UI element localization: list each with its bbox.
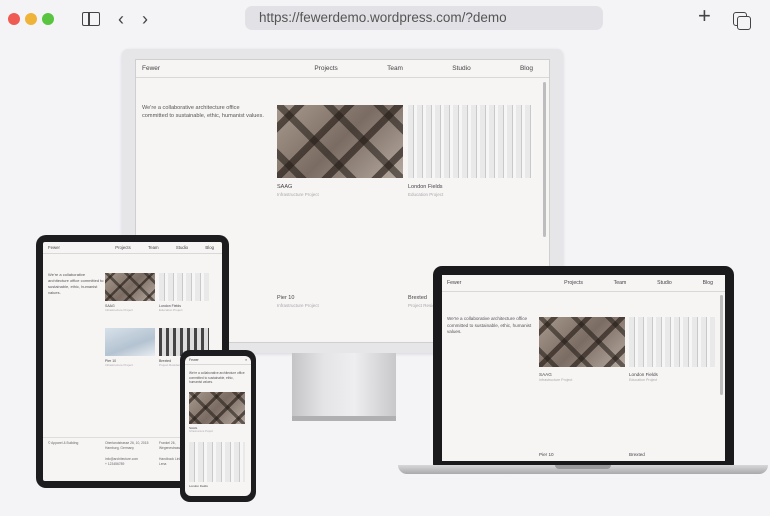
phone-device: Fewer ≡ We're a collaborative architectu… <box>180 350 256 502</box>
scrollbar[interactable] <box>543 82 546 237</box>
project-card[interactable]: SAAG Infrastructure Project <box>539 317 625 382</box>
nav-projects[interactable]: Projects <box>564 280 583 286</box>
nav-projects[interactable]: Projects <box>115 245 131 250</box>
project-title: London Fields <box>629 372 658 377</box>
nav-team[interactable]: Team <box>387 65 403 72</box>
menu-icon[interactable]: ≡ <box>245 358 247 362</box>
project-tags: Infrastructure Project <box>105 308 133 312</box>
site-brand[interactable]: Fewer <box>447 280 461 286</box>
project-card[interactable]: Brexted <box>629 452 715 457</box>
project-tags: Infrastructure Project <box>539 378 573 382</box>
site-nav: Fewer Projects Team Studio Blog <box>442 275 725 292</box>
browser-toolbar: ‹ › https://fewerdemo.wordpress.com/?dem… <box>0 0 770 38</box>
sidebar-icon[interactable] <box>82 12 100 26</box>
site-intro: We're a collaborative architecture offic… <box>189 371 245 385</box>
site-brand[interactable]: Fewer <box>48 245 60 250</box>
project-image <box>105 328 155 356</box>
laptop-device: Fewer Projects Team Studio Blog We're a … <box>433 266 734 466</box>
nav-blog[interactable]: Blog <box>205 245 214 250</box>
nav-team[interactable]: Team <box>148 245 159 250</box>
project-card[interactable]: London Fields Education Project <box>629 317 715 382</box>
footer-copyright: © Apparel & Building <box>48 441 79 445</box>
close-window-button[interactable] <box>8 13 20 25</box>
site-intro: We're a collaborative architecture offic… <box>48 272 104 295</box>
tabs-overview-icon[interactable] <box>733 12 751 30</box>
project-title: SAAG <box>539 372 552 377</box>
project-image <box>189 442 245 482</box>
project-tags: Infrastructure Project <box>277 303 319 308</box>
phone-site-preview: Fewer ≡ We're a collaborative architectu… <box>185 356 251 496</box>
site-nav: Fewer ≡ <box>185 356 251 365</box>
project-image <box>277 105 403 178</box>
minimize-window-button[interactable] <box>25 13 37 25</box>
footer-address: Oberlandstrasse 26, 10, 2015 Hamburg, Ge… <box>105 441 149 450</box>
nav-projects[interactable]: Projects <box>314 65 337 72</box>
project-card[interactable]: SAAG Infrastructure Project <box>189 392 245 433</box>
maximize-window-button[interactable] <box>42 13 54 25</box>
project-image <box>159 273 209 301</box>
site-nav: Fewer Projects Team Studio Blog <box>136 60 549 78</box>
project-image <box>629 317 715 367</box>
scrollbar[interactable] <box>720 295 723 395</box>
site-intro: We're a collaborative architecture offic… <box>142 105 264 119</box>
footer-email[interactable]: info@architecture.com <box>105 457 155 461</box>
project-title: SAAG <box>277 184 293 190</box>
nav-team[interactable]: Team <box>614 280 627 286</box>
project-tags: Infrastructure Project <box>189 430 214 433</box>
project-image <box>408 105 534 178</box>
project-tags: Education Project <box>408 192 444 197</box>
url-text: https://fewerdemo.wordpress.com/?demo <box>259 10 507 25</box>
project-card[interactable]: Pier 10 Infrastructure Project <box>277 295 403 308</box>
site-intro: We're a collaborative architecture offic… <box>447 316 532 334</box>
project-card[interactable]: SAAG Infrastructure Project <box>277 105 403 197</box>
nav-blog[interactable]: Blog <box>703 280 713 286</box>
project-tags: Infrastructure Project <box>277 192 319 197</box>
site-brand[interactable]: Fewer <box>142 65 160 72</box>
project-image <box>539 317 625 367</box>
project-title: London Fields <box>189 484 208 488</box>
footer-phone[interactable]: + 123456789 <box>105 462 155 466</box>
nav-studio[interactable]: Studio <box>176 245 188 250</box>
project-tags: Infrastructure Project <box>105 363 133 367</box>
project-card[interactable]: London Fields Education Project <box>408 105 534 197</box>
project-title: Pier 10 <box>539 452 554 457</box>
project-image <box>189 392 245 424</box>
project-title: Pier 10 <box>277 295 295 301</box>
project-card[interactable]: London Fields <box>189 442 245 488</box>
nav-blog[interactable]: Blog <box>520 65 533 72</box>
project-card[interactable]: London Fields Education Project <box>159 273 209 312</box>
monitor-stand-base <box>292 416 396 421</box>
project-card[interactable]: Pier 10 <box>539 452 625 457</box>
nav-studio[interactable]: Studio <box>452 65 470 72</box>
project-image <box>105 273 155 301</box>
back-icon[interactable]: ‹ <box>118 9 124 29</box>
laptop-notch <box>555 465 611 469</box>
project-card[interactable]: Pier 10 Infrastructure Project <box>105 328 155 367</box>
site-brand[interactable]: Fewer <box>189 358 199 362</box>
project-card[interactable]: SAAG Infrastructure Project <box>105 273 155 312</box>
site-nav: Fewer Projects Team Studio Blog <box>43 242 222 254</box>
nav-studio[interactable]: Studio <box>657 280 672 286</box>
project-tags: Education Project <box>159 308 183 312</box>
project-title: Brexted <box>629 452 645 457</box>
monitor-stand <box>292 353 396 421</box>
project-tags: Education Project <box>629 378 658 382</box>
new-tab-icon[interactable]: + <box>698 5 711 27</box>
forward-icon[interactable]: › <box>142 9 148 29</box>
laptop-site-preview: Fewer Projects Team Studio Blog We're a … <box>442 275 725 461</box>
project-title: London Fields <box>408 184 443 190</box>
address-bar[interactable]: https://fewerdemo.wordpress.com/?demo <box>245 6 603 30</box>
